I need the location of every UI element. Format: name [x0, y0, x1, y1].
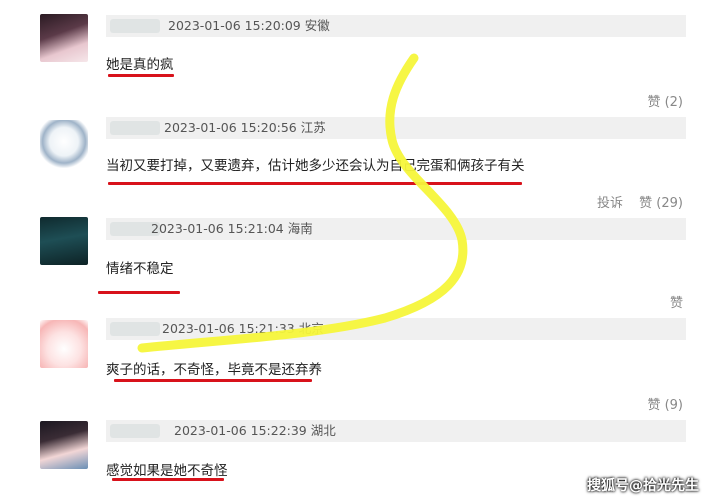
- comment-timestamp-location: 2023-01-06 15:22:39 湖北: [174, 423, 336, 438]
- username-blurred[interactable]: [110, 322, 160, 336]
- comment-text: 情绪不稳定: [106, 261, 174, 277]
- comment-text: 当初又要打掉，又要遗弃，估计她多少还会认为自己完蛋和俩孩子有关: [106, 158, 525, 174]
- avatar[interactable]: [40, 320, 88, 368]
- comment-timestamp-location: 2023-01-06 15:20:09 安徽: [168, 18, 330, 33]
- comment-actions: 赞 (9): [635, 394, 683, 413]
- username-blurred[interactable]: [110, 19, 160, 33]
- red-underline: [114, 379, 312, 382]
- comment-timestamp-location: 2023-01-06 15:21:33 北京: [162, 321, 324, 336]
- avatar[interactable]: [40, 217, 88, 265]
- red-underline: [112, 478, 224, 481]
- comment-text: 爽子的话，不奇怪，毕竟不是还弃养: [106, 362, 322, 378]
- comment-actions: 赞 (2): [635, 91, 683, 110]
- like-button[interactable]: 赞: [670, 296, 683, 311]
- red-underline: [108, 74, 174, 77]
- avatar[interactable]: [40, 421, 88, 469]
- comment-meta: 2023-01-06 15:20:09 安徽: [106, 15, 686, 37]
- comment-meta: 2023-01-06 15:21:04 海南: [106, 218, 686, 240]
- watermark: 搜狐号@拾光先生: [587, 478, 699, 494]
- comment-timestamp-location: 2023-01-06 15:21:04 海南: [151, 221, 313, 236]
- red-underline: [98, 291, 180, 294]
- comment-actions: 投诉 赞 (29): [585, 192, 683, 211]
- comment-text: 感觉如果是她不奇怪: [106, 463, 228, 479]
- username-blurred[interactable]: [110, 121, 160, 135]
- like-button[interactable]: 赞 (29): [639, 196, 683, 211]
- comment-timestamp-location: 2023-01-06 15:20:56 江苏: [164, 120, 326, 135]
- avatar[interactable]: [40, 120, 88, 168]
- comment-meta: 2023-01-06 15:22:39 湖北: [106, 420, 686, 442]
- username-blurred[interactable]: [110, 424, 160, 438]
- comment-meta: 2023-01-06 15:21:33 北京: [106, 318, 686, 340]
- avatar[interactable]: [40, 14, 88, 62]
- report-button[interactable]: 投诉: [597, 196, 623, 211]
- comment-meta: 2023-01-06 15:20:56 江苏: [106, 117, 686, 139]
- like-button[interactable]: 赞 (9): [647, 398, 683, 413]
- comment-actions: 赞: [658, 292, 683, 311]
- red-underline: [108, 182, 522, 185]
- like-button[interactable]: 赞 (2): [647, 95, 683, 110]
- comment-text: 她是真的疯: [106, 57, 174, 73]
